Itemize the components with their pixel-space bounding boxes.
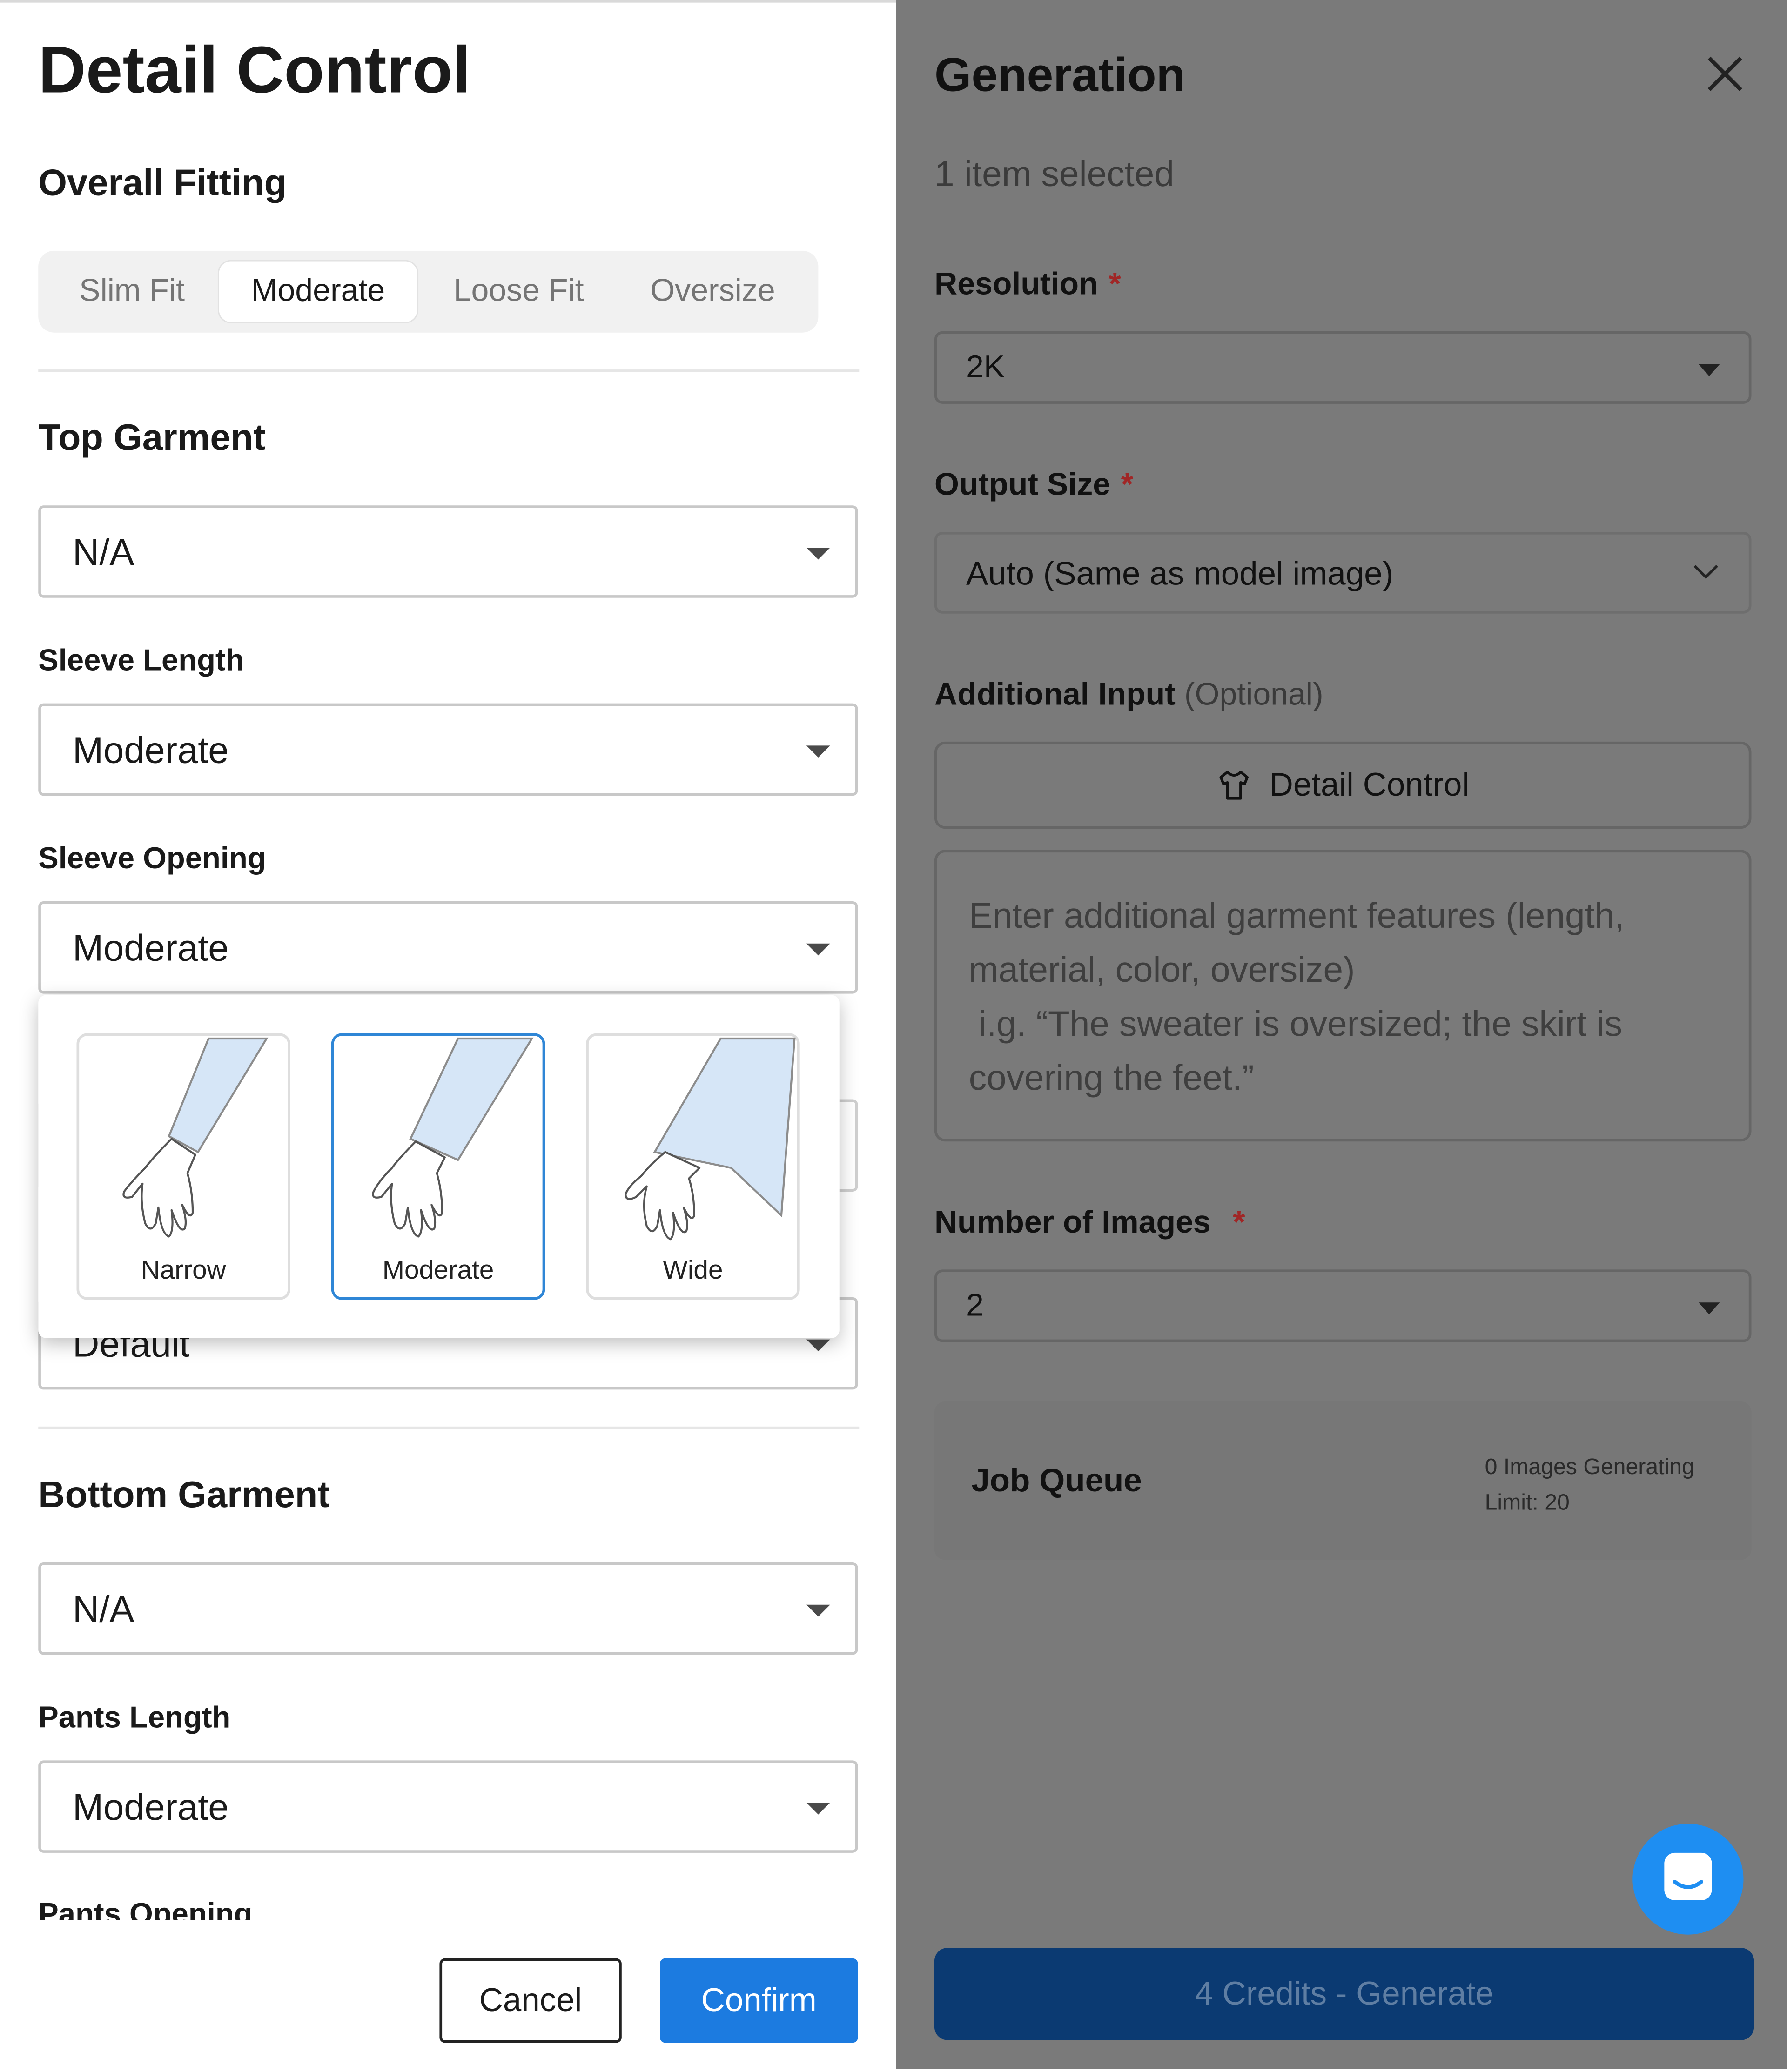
fit-option-moderate[interactable]: Moderate [219, 261, 417, 322]
fit-option-slim[interactable]: Slim Fit [54, 262, 210, 322]
output-size-select[interactable]: Auto (Same as model image) [934, 531, 1752, 614]
sleeve-option-narrow[interactable]: Narrow [76, 1033, 290, 1300]
sleeve-wide-illustration [625, 1037, 796, 1241]
sleeve-moderate-illustration [372, 1037, 534, 1238]
caret-down-icon [806, 1803, 830, 1815]
job-queue-title: Job Queue [971, 1462, 1142, 1499]
caret-down-icon [806, 1339, 830, 1352]
pants-length-label: Pants Length [38, 1699, 231, 1734]
scroll-clip: Pants Opening [0, 1900, 896, 1920]
chat-icon [1664, 1852, 1712, 1900]
generate-button[interactable]: 4 Credits - Generate [934, 1948, 1754, 2040]
overall-fitting-label: Overall Fitting [38, 162, 287, 203]
sleeve-opening-select[interactable]: Moderate [38, 901, 858, 994]
additional-input-textarea[interactable]: Enter additional garment features (lengt… [934, 850, 1752, 1142]
generation-title: Generation [934, 47, 1185, 102]
caret-down-icon [1699, 364, 1720, 376]
fit-option-loose[interactable]: Loose Fit [426, 262, 611, 322]
cancel-button[interactable]: Cancel [439, 1958, 622, 2043]
sleeve-opening-label: Sleeve Opening [38, 840, 266, 875]
job-queue: Job Queue 0 Images Generating Limit: 20 [934, 1401, 1752, 1560]
caret-down-icon [806, 745, 830, 758]
shirt-icon [1219, 771, 1249, 800]
chat-button[interactable] [1632, 1824, 1744, 1935]
caret-down-icon [806, 1604, 830, 1617]
sleeve-opening-dropdown: Narrow Moderate Wide [38, 995, 840, 1338]
divider [38, 369, 860, 372]
detail-control-button[interactable]: Detail Control [934, 741, 1752, 829]
divider [38, 1426, 860, 1429]
output-size-label: Output Size * [934, 467, 1134, 503]
overall-fitting-segmented: Slim Fit Moderate Loose Fit Oversize [38, 250, 819, 333]
detail-control-panel: Detail Control Overall Fitting Slim Fit … [0, 0, 896, 2072]
resolution-label: Resolution * [934, 266, 1121, 302]
caret-down-icon [806, 943, 830, 956]
sleeve-length-label: Sleeve Length [38, 643, 244, 677]
job-queue-status: 0 Images Generating Limit: 20 [1485, 1454, 1694, 1515]
top-garment-select[interactable]: N/A [38, 505, 858, 598]
detail-control-title: Detail Control [38, 33, 471, 107]
bottom-garment-select[interactable]: N/A [38, 1562, 858, 1655]
resolution-select[interactable]: 2K [934, 331, 1752, 404]
caret-down-icon [806, 547, 830, 560]
additional-input-label: Additional Input (Optional) [934, 677, 1323, 713]
number-of-images-select[interactable]: 2 [934, 1269, 1752, 1342]
caret-down-icon [1699, 1302, 1720, 1314]
pants-opening-label: Pants Opening [38, 1900, 253, 1920]
sleeve-narrow-illustration [122, 1037, 269, 1238]
chevron-down-icon [1693, 555, 1718, 579]
fit-option-oversize[interactable]: Oversize [624, 262, 801, 322]
top-garment-label: Top Garment [38, 417, 266, 458]
selection-count: 1 item selected [934, 154, 1174, 194]
sleeve-option-wide[interactable]: Wide [586, 1033, 800, 1300]
close-icon[interactable] [1704, 53, 1746, 95]
bottom-garment-label: Bottom Garment [38, 1474, 330, 1515]
generation-panel: Generation 1 item selected Resolution * 2… [896, 0, 1787, 2070]
pants-length-select[interactable]: Moderate [38, 1760, 858, 1853]
sleeve-length-select[interactable]: Moderate [38, 703, 858, 796]
sleeve-option-moderate[interactable]: Moderate [331, 1033, 545, 1300]
number-of-images-label: Number of Images * [934, 1205, 1245, 1241]
confirm-button[interactable]: Confirm [660, 1958, 858, 2043]
page: Generation 1 item selected Resolution * 2… [0, 0, 1787, 2072]
